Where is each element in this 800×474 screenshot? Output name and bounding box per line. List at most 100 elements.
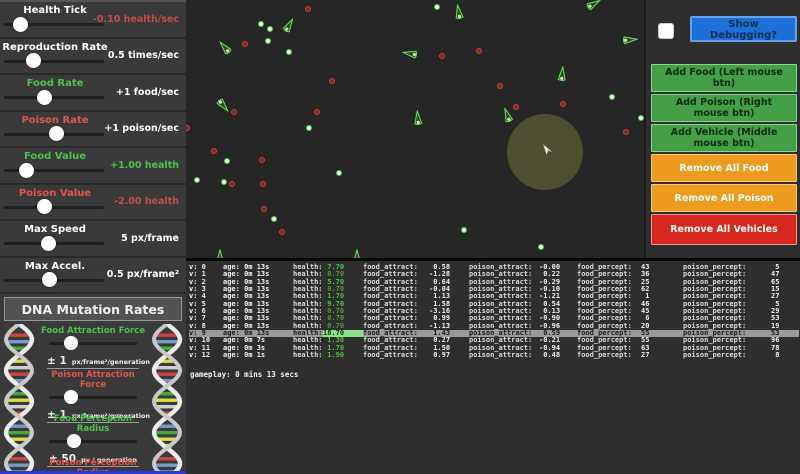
action-button-add-vehicle-middle-mouse-btn-[interactable]: Add Vehicle (Middle mouse btn) [651, 124, 797, 152]
slider-panel-4: Food Value+1.00 health [0, 148, 186, 185]
dna-mutation-header-wrap: DNA Mutation Rates [0, 294, 186, 324]
stat-cell: 8 [771, 352, 800, 359]
vehicle [617, 32, 638, 48]
mutation-slider-track[interactable] [49, 396, 137, 399]
dna-rung [157, 457, 178, 460]
dna-rung [9, 457, 30, 460]
action-button-add-poison-right-mouse-btn-[interactable]: Add Poison (Right mouse btn) [651, 94, 797, 122]
food-dot [221, 179, 227, 185]
dna-rung [6, 464, 32, 467]
food-dot [224, 158, 230, 164]
mutation-slider-track[interactable] [49, 440, 137, 443]
food-dot [336, 170, 342, 176]
dna-rung [154, 340, 180, 343]
poison-dot [186, 125, 190, 131]
slider-thumb[interactable] [13, 17, 28, 32]
mutation-slider-thumb[interactable] [64, 336, 78, 350]
action-button-remove-all-poison[interactable]: Remove All Poison [651, 184, 797, 212]
dna-rung [154, 431, 180, 434]
poison-dot [497, 83, 503, 89]
slider-label: Poison Value [0, 188, 110, 199]
slider-label: Poison Rate [0, 115, 110, 126]
dna-rung [8, 334, 29, 337]
food-dot [258, 21, 264, 27]
slider-label: Food Value [0, 151, 110, 162]
slider-track[interactable] [4, 96, 104, 99]
action-button-add-food-left-mouse-btn-[interactable]: Add Food (Left mouse btn) [651, 64, 797, 92]
slider-value: 5 px/frame [121, 221, 179, 256]
stat-cell: health: [293, 352, 323, 359]
vehicle [410, 109, 426, 130]
poison-dot [279, 229, 285, 235]
stat-cell: age: 0m 1s [223, 352, 293, 359]
dna-rung [154, 464, 180, 467]
slider-value: -0.10 health/sec [93, 2, 179, 37]
show-debugging-button[interactable]: Show Debugging? [690, 16, 797, 42]
slider-track[interactable] [4, 242, 104, 245]
poison-dot [623, 129, 629, 135]
slider-track[interactable] [4, 23, 104, 26]
slider-track[interactable] [4, 279, 104, 282]
poison-dot [305, 6, 311, 12]
dna-helix-graphic-right [148, 324, 186, 474]
vehicle [213, 249, 227, 258]
food-dot [265, 38, 271, 44]
slider-track[interactable] [4, 60, 104, 63]
slider-thumb[interactable] [37, 90, 52, 105]
slider-thumb[interactable] [49, 126, 64, 141]
stat-cell: v: 12 [189, 352, 223, 359]
vehicle [277, 15, 299, 39]
slider-value: 0.5 times/sec [108, 39, 179, 74]
show-debugging-checkbox[interactable] [658, 23, 674, 39]
slider-value: +1.00 health [110, 148, 179, 183]
mutation-slider-track[interactable] [49, 342, 137, 345]
slider-panel-2: Food Rate+1 food/sec [0, 75, 186, 112]
dna-rung [7, 399, 32, 402]
action-button-remove-all-food[interactable]: Remove All Food [651, 154, 797, 182]
debug-panel: Show Debugging? Add Food (Left mouse btn… [645, 0, 800, 258]
slider-panel-7: Max Accel.0.5 px/frame² [0, 258, 186, 295]
slider-thumb[interactable] [42, 272, 57, 287]
poison-dot [560, 101, 566, 107]
poison-dot [329, 78, 335, 84]
mutation-slider-thumb[interactable] [64, 390, 78, 404]
slider-value: -2.00 health [114, 185, 179, 220]
slider-thumb[interactable] [41, 236, 56, 251]
stat-cell: poison_percept: [683, 352, 771, 359]
slider-list: Health Tick-0.10 health/secReproduction … [0, 2, 186, 294]
slider-value: +1 poison/sec [104, 112, 179, 147]
settings-sidebar: Health Tick-0.10 health/secReproduction … [0, 0, 186, 474]
food-dot [638, 115, 644, 121]
slider-thumb[interactable] [37, 199, 52, 214]
canvas-bottom-divider [186, 258, 800, 261]
vehicle-stats-row[interactable]: v: 12age: 0m 1shealth: 1.90food_attract:… [189, 352, 799, 359]
food-dot [538, 244, 544, 250]
dna-mutation-rates-button[interactable]: DNA Mutation Rates [4, 297, 182, 321]
slider-thumb[interactable] [26, 53, 41, 68]
slider-label: Max Accel. [0, 261, 110, 272]
mutation-label: Food Perception Radius [38, 412, 148, 434]
simulation-canvas[interactable] [186, 0, 646, 258]
stat-cell: 0.97 [429, 352, 469, 359]
dna-rung [156, 334, 177, 337]
poison-dot [439, 53, 445, 59]
slider-panel-0: Health Tick-0.10 health/sec [0, 2, 186, 39]
vehicle [350, 249, 364, 258]
action-button-remove-all-vehicles[interactable]: Remove All Vehicles [651, 214, 797, 245]
vehicle-stats-table: v: 0age: 0m 13shealth: 7.70food_attract:… [189, 264, 799, 359]
vehicle [214, 37, 238, 61]
stat-cell: poison_attract: [469, 352, 539, 359]
stat-cell: food_attract: [363, 352, 429, 359]
mutation-slider-2: Food Perception Radius± 50 px / generati… [38, 412, 148, 456]
slider-track[interactable] [4, 206, 104, 209]
slider-track[interactable] [4, 133, 104, 136]
poison-dot [259, 157, 265, 163]
mutation-slider-1: Poison Attraction Force± 1 px/frame²/gen… [38, 368, 148, 412]
poison-dot [314, 109, 320, 115]
poison-dot [260, 181, 266, 187]
gameplay-timer: gameplay: 0 mins 13 secs [190, 370, 298, 379]
mutation-slider-thumb[interactable] [67, 434, 81, 448]
slider-thumb[interactable] [19, 163, 34, 178]
vehicle [401, 45, 423, 62]
slider-track[interactable] [4, 169, 104, 172]
